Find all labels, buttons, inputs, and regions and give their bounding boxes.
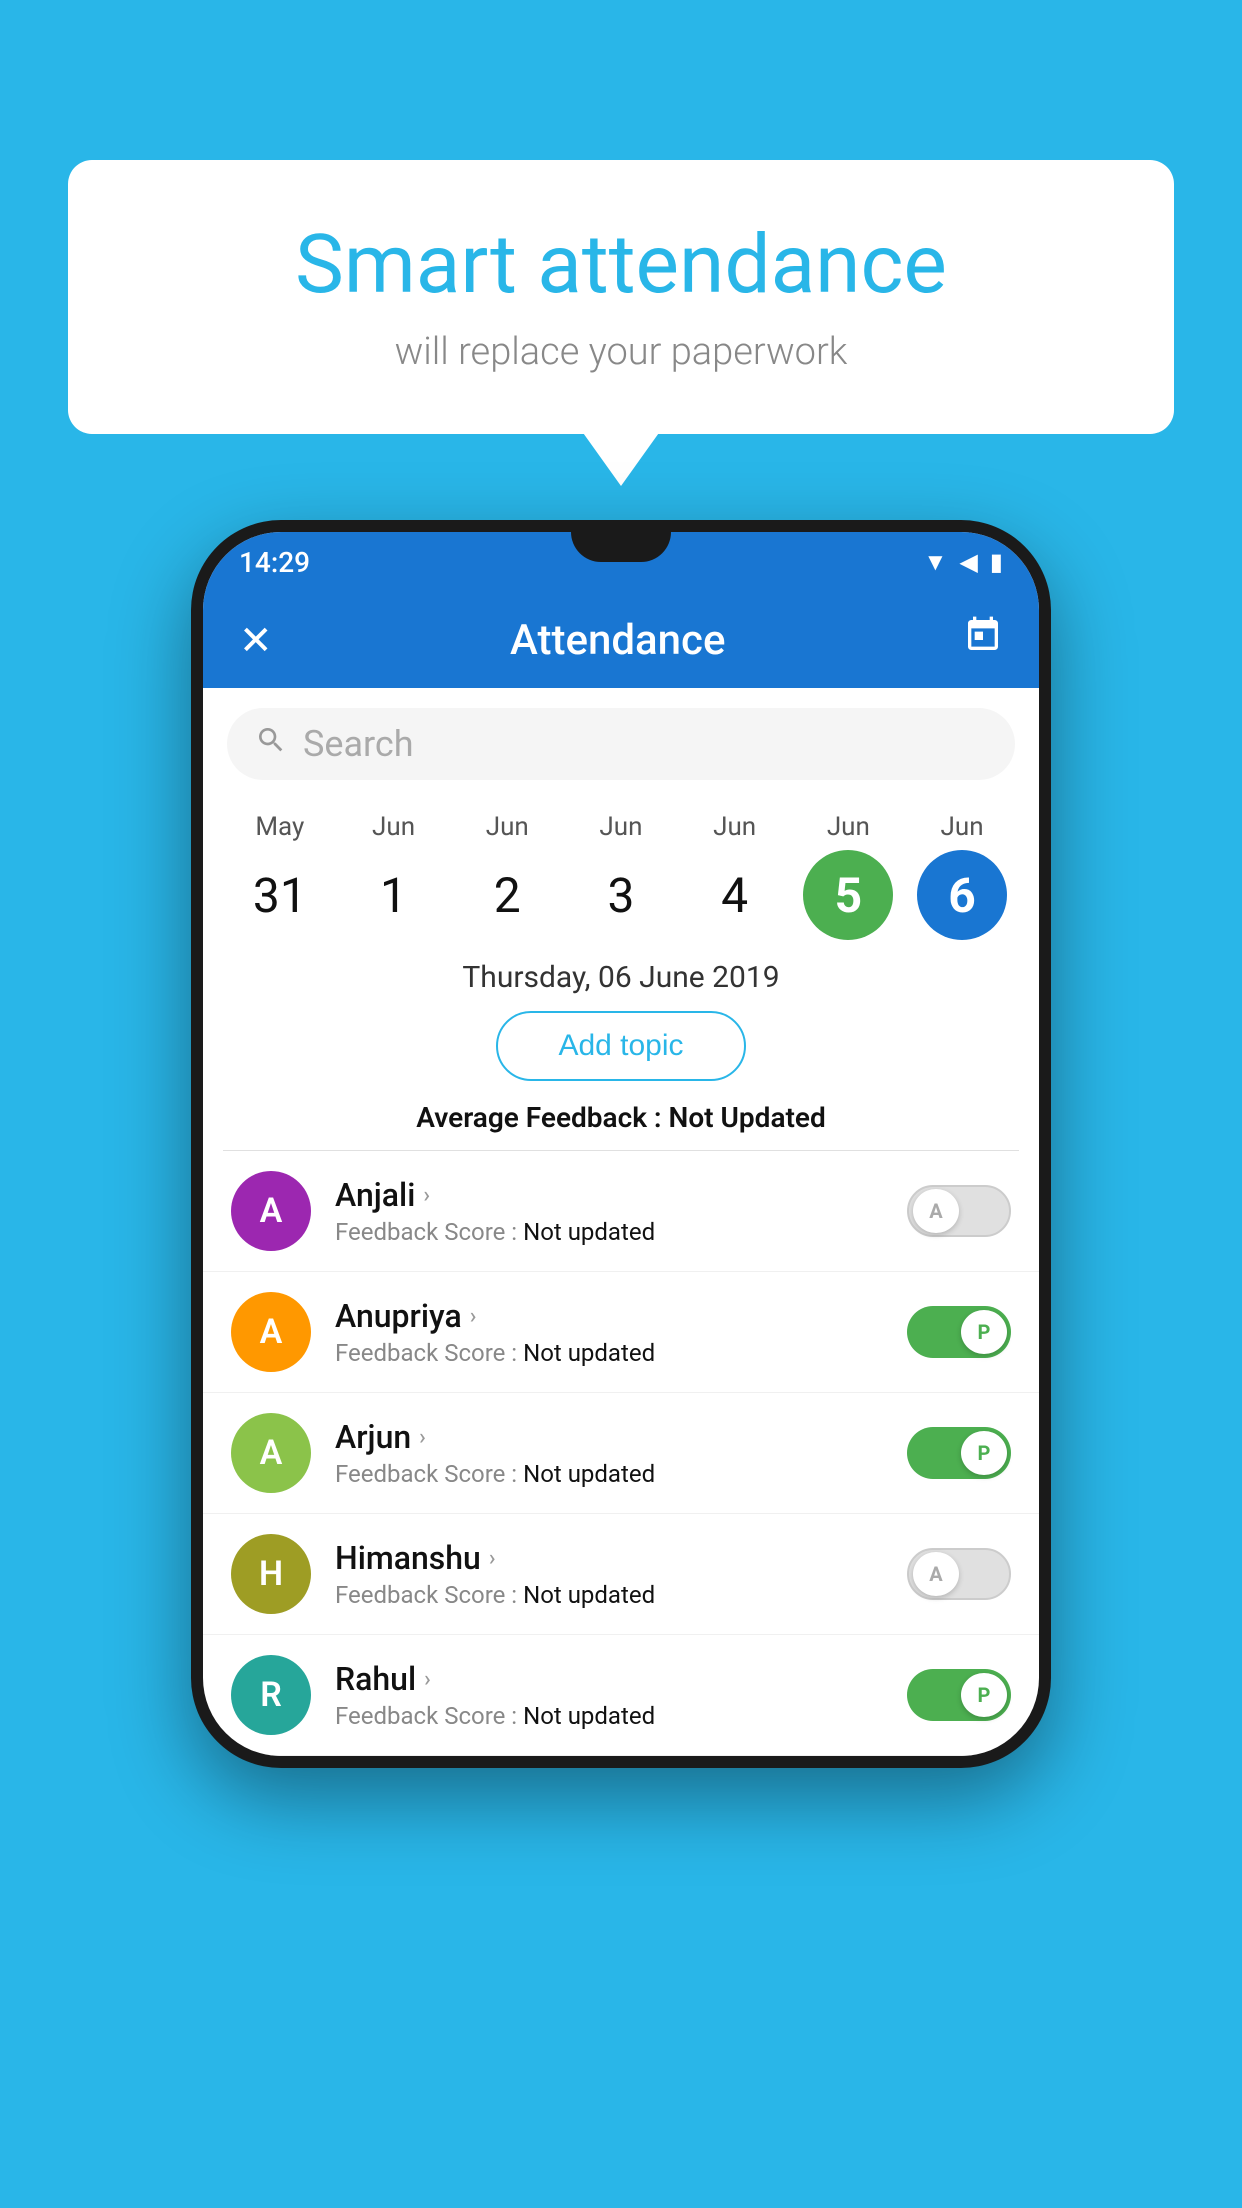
close-icon[interactable]: ✕ — [239, 617, 273, 664]
calendar-day[interactable]: May 31 — [230, 812, 330, 940]
cal-month-label: Jun — [941, 812, 984, 842]
student-row[interactable]: H Himanshu › Feedback Score : Not updated A — [203, 1514, 1039, 1635]
feedback-score: Feedback Score : Not updated — [335, 1339, 883, 1367]
student-row[interactable]: R Rahul › Feedback Score : Not updated P — [203, 1635, 1039, 1756]
calendar-day[interactable]: Jun 2 — [457, 812, 557, 940]
speech-bubble-container: Smart attendance will replace your paper… — [68, 160, 1174, 434]
phone-inner: 14:29 ▼ ◀ ▮ ✕ Attendance — [203, 532, 1039, 1756]
student-info: Arjun › Feedback Score : Not updated — [335, 1418, 883, 1488]
signal-icon: ◀ — [959, 548, 977, 576]
student-list: AAnjali ›Feedback Score : Not updatedAAA… — [203, 1151, 1039, 1756]
phone-container: 14:29 ▼ ◀ ▮ ✕ Attendance — [191, 520, 1051, 1768]
calendar-icon[interactable] — [963, 615, 1003, 665]
attendance-toggle[interactable]: A — [907, 1548, 1011, 1600]
selected-date-label: Thursday, 06 June 2019 — [203, 960, 1039, 995]
speech-bubble: Smart attendance will replace your paper… — [68, 160, 1174, 434]
calendar-day[interactable]: Jun 5 — [798, 812, 898, 940]
battery-icon: ▮ — [990, 548, 1003, 576]
avatar: H — [231, 1534, 311, 1614]
feedback-score: Feedback Score : Not updated — [335, 1460, 883, 1488]
toggle-knob: P — [961, 1431, 1007, 1475]
toggle-knob: P — [961, 1673, 1007, 1717]
calendar-row: May 31 Jun 1 Jun 2 Jun 3 Jun 4 Jun 5 Jun 6 — [203, 796, 1039, 940]
add-topic-button[interactable]: Add topic — [496, 1011, 745, 1081]
phone-outer: 14:29 ▼ ◀ ▮ ✕ Attendance — [191, 520, 1051, 1768]
cal-date-number: 31 — [235, 850, 325, 940]
toggle-knob: P — [961, 1310, 1007, 1354]
phone-notch — [571, 520, 671, 562]
student-name: Himanshu › — [335, 1539, 883, 1577]
cal-date-number: 2 — [462, 850, 552, 940]
student-name: Anjali › — [335, 1176, 883, 1214]
app-bar-title: Attendance — [510, 616, 725, 665]
feedback-score: Feedback Score : Not updated — [335, 1581, 883, 1609]
cal-date-number: 5 — [803, 850, 893, 940]
avg-feedback-value: Not Updated — [669, 1101, 826, 1134]
search-placeholder: Search — [303, 723, 414, 765]
avg-feedback-label: Average Feedback : — [416, 1101, 661, 1134]
avatar: A — [231, 1292, 311, 1372]
student-name: Arjun › — [335, 1418, 883, 1456]
calendar-day[interactable]: Jun 4 — [685, 812, 785, 940]
student-info: Himanshu › Feedback Score : Not updated — [335, 1539, 883, 1609]
avg-feedback: Average Feedback : Not Updated — [203, 1101, 1039, 1134]
app-bar: ✕ Attendance — [203, 592, 1039, 688]
cal-month-label: May — [255, 812, 304, 842]
attendance-toggle[interactable]: P — [907, 1669, 1011, 1721]
student-info: Anjali › Feedback Score : Not updated — [335, 1176, 883, 1246]
calendar-day[interactable]: Jun 1 — [344, 812, 444, 940]
cal-month-label: Jun — [827, 812, 870, 842]
chevron-icon: › — [489, 1546, 496, 1571]
wifi-icon: ▼ — [924, 548, 948, 577]
chevron-icon: › — [419, 1425, 426, 1450]
student-info: Rahul › Feedback Score : Not updated — [335, 1660, 883, 1730]
toggle-knob: A — [913, 1552, 959, 1596]
status-icons: ▼ ◀ ▮ — [924, 548, 1003, 577]
chevron-icon: › — [423, 1183, 430, 1208]
attendance-toggle[interactable]: A — [907, 1185, 1011, 1237]
student-row[interactable]: A Anupriya › Feedback Score : Not updated P — [203, 1272, 1039, 1393]
feedback-score: Feedback Score : Not updated — [335, 1702, 883, 1730]
calendar-day[interactable]: Jun 3 — [571, 812, 671, 940]
calendar-day[interactable]: Jun 6 — [912, 812, 1012, 940]
avatar: R — [231, 1655, 311, 1735]
cal-date-number: 1 — [349, 850, 439, 940]
avatar: A — [231, 1413, 311, 1493]
chevron-icon: › — [470, 1304, 477, 1329]
search-icon — [255, 724, 287, 764]
student-name: Anupriya › — [335, 1297, 883, 1335]
cal-date-number: 6 — [917, 850, 1007, 940]
search-bar[interactable]: Search — [227, 708, 1015, 780]
cal-month-label: Jun — [599, 812, 642, 842]
student-name: Rahul › — [335, 1660, 883, 1698]
status-time: 14:29 — [239, 546, 310, 579]
student-row[interactable]: A Arjun › Feedback Score : Not updated P — [203, 1393, 1039, 1514]
bubble-title: Smart attendance — [148, 220, 1094, 310]
cal-month-label: Jun — [713, 812, 756, 842]
bubble-subtitle: will replace your paperwork — [148, 330, 1094, 374]
avatar: A — [231, 1171, 311, 1251]
cal-month-label: Jun — [372, 812, 415, 842]
cal-month-label: Jun — [486, 812, 529, 842]
chevron-icon: › — [424, 1667, 431, 1692]
toggle-knob: A — [913, 1189, 959, 1233]
cal-date-number: 4 — [690, 850, 780, 940]
attendance-toggle[interactable]: P — [907, 1427, 1011, 1479]
attendance-toggle[interactable]: P — [907, 1306, 1011, 1358]
student-info: Anupriya › Feedback Score : Not updated — [335, 1297, 883, 1367]
feedback-score: Feedback Score : Not updated — [335, 1218, 883, 1246]
cal-date-number: 3 — [576, 850, 666, 940]
student-row[interactable]: A Anjali › Feedback Score : Not updated A — [203, 1151, 1039, 1272]
